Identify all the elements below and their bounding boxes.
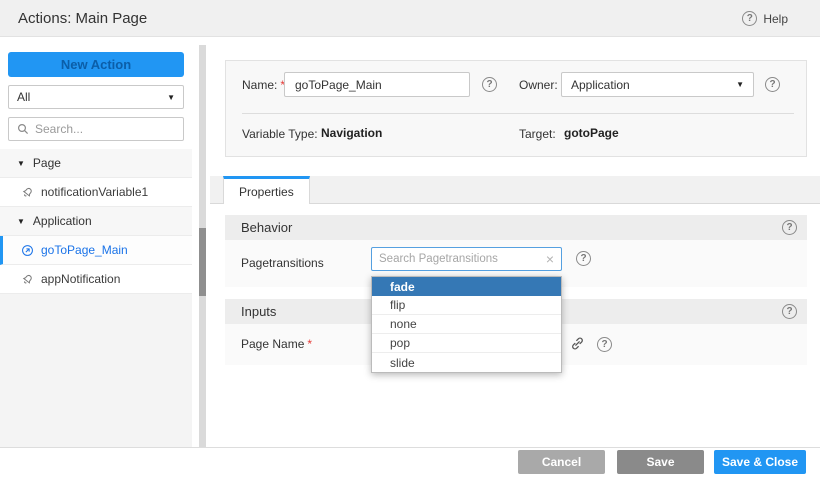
- action-summary-panel: Name:* ? Owner:* Application ▼ ? Variabl…: [225, 60, 807, 157]
- notification-icon: [20, 185, 34, 199]
- footer-divider: [0, 447, 820, 448]
- page-name-label: Page Name*: [241, 337, 312, 351]
- bind-link-icon[interactable]: [570, 336, 586, 352]
- tree-item-label: goToPage_Main: [41, 243, 128, 257]
- sidebar-controls: New Action All ▼: [0, 37, 192, 149]
- help-link[interactable]: ? Help: [742, 0, 788, 37]
- actions-tree: ▼ Page notificationVariable1 ▼ Applicati…: [0, 149, 192, 294]
- sidebar-empty-area: [0, 294, 192, 448]
- behavior-help-icon[interactable]: ?: [782, 220, 797, 235]
- variable-type-value: Navigation: [321, 126, 382, 140]
- tree-item-label: notificationVariable1: [41, 185, 148, 199]
- tree-group-application[interactable]: ▼ Application: [0, 207, 192, 236]
- tree-expand-icon[interactable]: ▼: [17, 159, 25, 168]
- tab-label: Properties: [239, 185, 294, 199]
- tree-item-label: appNotification: [41, 272, 120, 286]
- help-icon[interactable]: ?: [742, 11, 757, 26]
- owner-dropdown[interactable]: Application ▼: [561, 72, 754, 97]
- target-value: gotoPage: [564, 126, 619, 140]
- sidebar-scrollbar-thumb[interactable]: [199, 228, 206, 296]
- navigation-icon: [20, 243, 34, 257]
- tab-properties[interactable]: Properties: [223, 176, 310, 204]
- save-button[interactable]: Save: [617, 450, 704, 474]
- sidebar-scrollbar-track[interactable]: [199, 45, 206, 447]
- pagetransitions-help-icon[interactable]: ?: [576, 251, 591, 266]
- save-and-close-button[interactable]: Save & Close: [714, 450, 806, 474]
- notification-icon: [20, 272, 34, 286]
- tree-group-page[interactable]: ▼ Page: [0, 149, 192, 178]
- inputs-help-icon[interactable]: ?: [782, 304, 797, 319]
- tree-expand-icon[interactable]: ▼: [17, 217, 25, 226]
- behavior-section-header: Behavior ?: [225, 215, 807, 240]
- clear-icon[interactable]: ×: [546, 252, 554, 266]
- cancel-button[interactable]: Cancel: [518, 450, 605, 474]
- dropdown-option-none[interactable]: none: [372, 315, 561, 334]
- owner-label: Owner:*: [519, 78, 565, 92]
- chevron-down-icon: ▼: [167, 93, 175, 102]
- tree-item-notificationvariable1[interactable]: notificationVariable1: [0, 178, 192, 207]
- tree-group-label: Page: [33, 156, 61, 170]
- dropdown-option-pop[interactable]: pop: [372, 334, 561, 353]
- actions-editor-window: Actions: Main Page ? Help New Action All…: [0, 0, 820, 488]
- dropdown-option-fade[interactable]: fade: [372, 277, 561, 296]
- sidebar-search-input[interactable]: [35, 122, 176, 136]
- dropdown-option-slide[interactable]: slide: [372, 353, 561, 372]
- page-title: Actions: Main Page: [18, 0, 147, 37]
- behavior-section-title: Behavior: [241, 220, 292, 235]
- name-label: Name:*: [242, 78, 285, 92]
- help-label[interactable]: Help: [763, 12, 788, 26]
- target-label: Target:: [519, 127, 556, 141]
- tree-group-label: Application: [33, 214, 92, 228]
- name-help-icon[interactable]: ?: [482, 77, 497, 92]
- search-icon: [16, 122, 30, 136]
- pagetransitions-label: Pagetransitions: [241, 256, 324, 270]
- tree-item-appnotification[interactable]: appNotification: [0, 265, 192, 294]
- pagetransitions-combobox[interactable]: ×: [371, 247, 562, 271]
- new-action-button[interactable]: New Action: [8, 52, 184, 77]
- page-name-help-icon[interactable]: ?: [597, 337, 612, 352]
- tree-item-gotopage-main[interactable]: goToPage_Main: [0, 236, 192, 265]
- action-detail-pane: Name:* ? Owner:* Application ▼ ? Variabl…: [210, 37, 820, 447]
- filter-dropdown[interactable]: All ▼: [8, 85, 184, 109]
- variable-type-label: Variable Type:: [242, 127, 318, 141]
- sidebar-search-box[interactable]: [8, 117, 184, 141]
- chevron-down-icon: ▼: [736, 80, 744, 89]
- actions-sidebar: New Action All ▼ ▼ Page: [0, 37, 192, 447]
- owner-help-icon[interactable]: ?: [765, 77, 780, 92]
- inputs-section-title: Inputs: [241, 304, 276, 319]
- pagetransitions-search-input[interactable]: [379, 253, 542, 265]
- title-bar: Actions: Main Page ? Help: [0, 0, 820, 37]
- panel-divider: [242, 113, 794, 114]
- name-field[interactable]: [284, 72, 470, 97]
- pagetransitions-dropdown-list: fade flip none pop slide: [371, 276, 562, 373]
- owner-value: Application: [571, 78, 630, 92]
- dropdown-option-flip[interactable]: flip: [372, 296, 561, 315]
- filter-value: All: [17, 90, 30, 104]
- tab-strip: Properties: [210, 176, 820, 204]
- required-marker: *: [307, 337, 312, 351]
